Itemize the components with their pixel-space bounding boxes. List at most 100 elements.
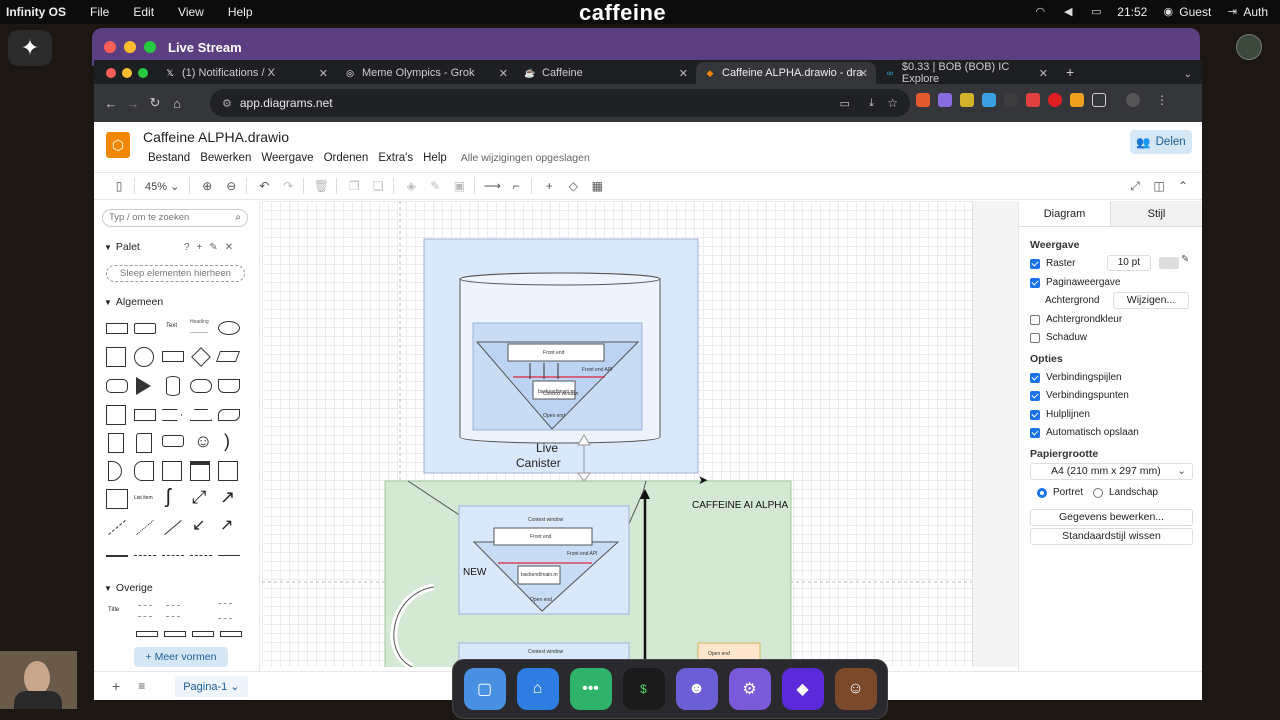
os-menu-edit[interactable]: Edit <box>133 5 154 19</box>
bookmark-star-icon[interactable]: ☆ <box>887 96 898 110</box>
browser-maximize-button[interactable] <box>138 68 148 78</box>
shape-bidirectional-arrow[interactable]: ⤢ <box>192 487 206 507</box>
insert-icon[interactable]: + <box>538 176 560 196</box>
site-info-icon[interactable]: ⚙ <box>222 97 232 110</box>
back-icon[interactable]: ← <box>100 96 122 111</box>
shape-dashed-line[interactable] <box>108 520 126 535</box>
browser-tab[interactable]: ◎ Meme Olympics - Grok ✕ <box>336 62 516 84</box>
extension-fox-icon[interactable] <box>916 93 930 107</box>
browser-menu-icon[interactable]: ⋮ <box>1156 93 1168 107</box>
os-menu-help[interactable]: Help <box>228 5 253 19</box>
shape-container[interactable] <box>162 461 182 481</box>
zoom-in-icon[interactable]: ⊕ <box>196 176 218 196</box>
dock-app-diamond-icon[interactable]: ◆ <box>781 668 824 710</box>
diagram-canvas[interactable]: Context window Front end Front end API b… <box>262 201 972 667</box>
waypoints-icon[interactable]: ⌐ <box>505 176 527 196</box>
fullscreen-icon[interactable]: ⤢ <box>1124 176 1146 196</box>
paper-size-select[interactable]: A4 (210 mm x 297 mm) ⌄ <box>1030 463 1193 480</box>
shapes-icon[interactable]: ◇ <box>562 176 584 196</box>
edit-data-button[interactable]: Gegevens bewerken... <box>1030 509 1193 526</box>
shape-table-d[interactable] <box>220 631 242 637</box>
tab-search-chevron-icon[interactable]: ⌄ <box>1184 69 1192 80</box>
extension-red-icon[interactable] <box>1048 93 1062 107</box>
dock-app-contacts-icon[interactable]: ☻ <box>675 668 718 710</box>
shape-arrow[interactable]: ↗ <box>220 487 235 507</box>
os-menu-view[interactable]: View <box>178 5 204 19</box>
dock-app-files-icon[interactable]: ▢ <box>463 668 506 710</box>
home-icon[interactable]: ⌂ <box>166 96 188 111</box>
zoom-out-icon[interactable]: ⊖ <box>220 176 242 196</box>
dock-app-bot-icon[interactable]: ☺ <box>834 668 877 710</box>
shape-callout[interactable] <box>162 435 184 447</box>
browser-tab[interactable]: 𝕏 (1) Notifications / X ✕ <box>156 62 336 84</box>
shape-swimlane[interactable] <box>190 461 210 481</box>
shape-trapezoid[interactable] <box>190 409 212 421</box>
help-icon[interactable]: ? <box>184 242 190 253</box>
shape-dotted-line[interactable] <box>136 520 154 535</box>
dock-app-settings-icon[interactable]: ⚙ <box>728 668 771 710</box>
shape-or[interactable]: ) <box>224 431 230 451</box>
shape-rounded-rectangle[interactable] <box>134 323 156 334</box>
connection-arrows-checkbox[interactable] <box>1030 372 1040 383</box>
shadow-checkbox[interactable] <box>1030 332 1040 343</box>
share-button[interactable]: 👥 Delen <box>1130 130 1192 154</box>
menu-extras[interactable]: Extra's <box>378 152 413 164</box>
other-header[interactable]: ▼ Overige <box>104 582 153 594</box>
os-name[interactable]: Infinity OS <box>6 5 66 19</box>
tab-close-icon[interactable]: ✕ <box>679 67 688 80</box>
canvas-scroll-gutter[interactable] <box>972 201 1018 667</box>
pages-menu-icon[interactable]: ≡ <box>138 679 145 693</box>
shape-search-input[interactable]: Typ / om te zoeken ⌕ <box>102 209 248 227</box>
dock-app-wallet-icon[interactable]: $ <box>622 668 665 710</box>
shadow-option[interactable]: Schaduw <box>1030 332 1087 343</box>
delete-icon[interactable]: 🗑 <box>310 176 332 196</box>
menu-help[interactable]: Help <box>423 152 447 164</box>
corner-avatar[interactable] <box>1236 34 1262 60</box>
redo-icon[interactable]: ↷ <box>277 176 299 196</box>
search-icon[interactable]: ⌕ <box>235 210 241 226</box>
rocket-icon[interactable]: ✦ <box>8 30 52 66</box>
extension-infinity-icon[interactable] <box>1004 93 1018 107</box>
shape-cylinder[interactable] <box>166 376 180 396</box>
shape-directional-connector[interactable]: ↗ <box>220 515 233 535</box>
scratchpad-drop-zone[interactable]: Sleep elementen hierheen <box>106 265 245 282</box>
shape-bidirectional-connector[interactable]: ↙ <box>192 515 205 535</box>
browser-tab[interactable]: ∞ $0.33 | BOB (BOB) IC Explore ✕ <box>876 61 1056 85</box>
connection-points-option[interactable]: Verbindingspunten <box>1030 390 1129 401</box>
shape-delay[interactable] <box>108 461 122 481</box>
shape-triangle[interactable] <box>136 377 151 395</box>
shape-connector-2[interactable] <box>162 555 184 556</box>
close-window-button[interactable] <box>104 41 116 53</box>
tab-style[interactable]: Stijl <box>1111 201 1202 226</box>
adblock-icon[interactable] <box>1026 93 1040 107</box>
shape-note[interactable] <box>108 433 124 453</box>
auth-button[interactable]: ⇥ Auth <box>1225 5 1268 19</box>
guides-option[interactable]: Hulplijnen <box>1030 409 1090 420</box>
browser-tab[interactable]: ☕ Caffeine ✕ <box>516 62 696 84</box>
background-color-checkbox[interactable] <box>1030 314 1040 325</box>
change-background-button[interactable]: Wijzigen... <box>1113 292 1189 309</box>
shape-link[interactable] <box>106 555 128 557</box>
shape-ellipse[interactable] <box>218 321 240 335</box>
tab-close-icon[interactable]: ✕ <box>499 67 508 80</box>
shape-connector-3[interactable] <box>190 555 212 556</box>
undo-icon[interactable]: ↶ <box>253 176 275 196</box>
connection-points-checkbox[interactable] <box>1030 390 1040 401</box>
close-icon[interactable]: ✕ <box>225 242 233 253</box>
shape-list-b[interactable] <box>166 605 180 617</box>
maximize-window-button[interactable] <box>144 41 156 53</box>
grid-checkbox[interactable] <box>1030 258 1040 269</box>
shape-list-item[interactable]: List item <box>134 495 153 501</box>
pencil-icon[interactable]: ✎ <box>1181 254 1189 265</box>
address-bar[interactable]: ⚙ app.diagrams.net ☆ ⤓ ▭ <box>210 89 910 117</box>
tab-diagram[interactable]: Diagram <box>1019 201 1111 226</box>
shape-title[interactable]: Title <box>108 607 119 613</box>
shape-curve[interactable]: ʃ <box>166 487 170 507</box>
reload-icon[interactable]: ↻ <box>144 95 166 111</box>
browser-tab-active[interactable]: ◆ Caffeine ALPHA.drawio - dra ✕ <box>696 62 876 84</box>
shape-parallelogram[interactable] <box>215 351 241 362</box>
tab-close-icon[interactable]: ✕ <box>1039 67 1048 80</box>
connection-icon[interactable]: ⟶ <box>481 176 503 196</box>
grid-size-input[interactable]: 10 pt <box>1107 255 1151 271</box>
menu-bestand[interactable]: Bestand <box>148 152 190 164</box>
